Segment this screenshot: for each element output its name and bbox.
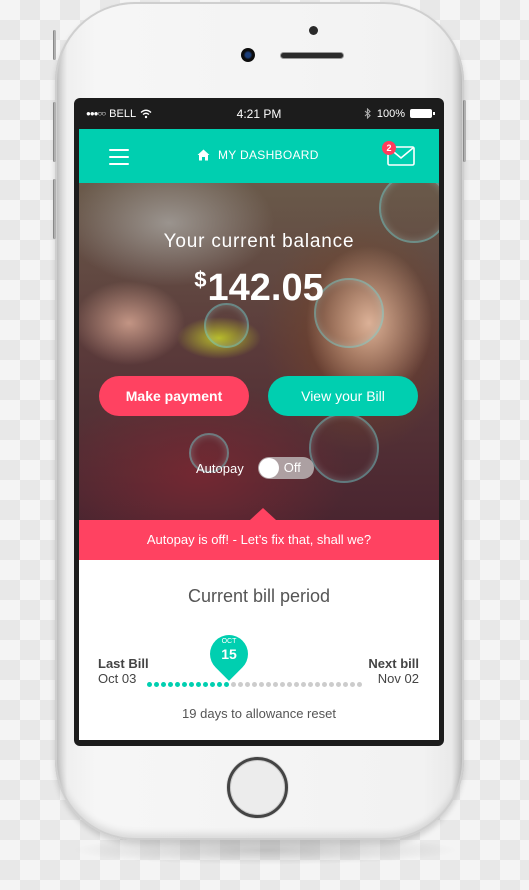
last-bill-label: Last Bill [98, 656, 149, 671]
menu-icon[interactable] [109, 149, 129, 165]
next-bill-date: Nov 02 [377, 671, 419, 686]
home-icon [197, 149, 210, 161]
mute-switch [53, 30, 56, 60]
battery-percent: 100% [376, 107, 405, 120]
elapsed-day-dot [196, 682, 201, 687]
nav-bar: MY DASHBOARD 2 [79, 129, 439, 183]
elapsed-day-dot [161, 682, 166, 687]
inbox-button[interactable]: 2 [382, 141, 415, 166]
front-camera-icon [241, 48, 255, 62]
remaining-day-dot [308, 682, 313, 687]
bill-period-title: Current bill period [187, 586, 331, 606]
marker-month: OCT [221, 638, 237, 645]
alert-pointer [250, 508, 276, 520]
marker-day: 15 [221, 646, 237, 662]
remaining-day-dot [301, 682, 306, 687]
elapsed-day-dot [217, 682, 222, 687]
last-bill: Last Bill Oct 03 [98, 656, 149, 686]
balance-amount: $142.05 [79, 267, 439, 310]
elapsed-day-dot [168, 682, 173, 687]
clock: 4:21 PM [236, 106, 282, 121]
alert-text: Autopay is off! - Let’s fix that, shall … [146, 532, 372, 547]
nav-title-text: MY DASHBOARD [218, 148, 319, 162]
proximity-sensor [309, 26, 318, 35]
elapsed-day-dot [175, 682, 180, 687]
home-button[interactable] [227, 757, 288, 818]
remaining-day-dot [350, 682, 355, 687]
autopay-label: Autopay [196, 460, 244, 476]
remaining-day-dot [329, 682, 334, 687]
autopay-toggle[interactable]: Off [257, 457, 314, 479]
power-button [463, 100, 466, 162]
remaining-day-dot [252, 682, 257, 687]
bill-period-card: Current bill period Last Bill Oct 03 Nex… [79, 560, 439, 740]
remaining-day-dot [343, 682, 348, 687]
view-bill-button[interactable]: View your Bill [268, 376, 418, 416]
elapsed-day-dot [203, 682, 208, 687]
elapsed-day-dot [224, 682, 229, 687]
remaining-day-dot [231, 682, 236, 687]
elapsed-day-dot [182, 682, 187, 687]
volume-down-button [53, 179, 56, 239]
remaining-day-dot [287, 682, 292, 687]
current-date-label: OCT 15 [210, 638, 248, 662]
toggle-state: Off [283, 460, 301, 475]
signal-icon: ●●●○○ [86, 109, 106, 118]
bluetooth-icon [364, 108, 371, 119]
hero-banner: Your current balance $142.05 Make paymen… [79, 183, 439, 520]
remaining-day-dot [266, 682, 271, 687]
balance-value: 142.05 [207, 267, 324, 309]
remaining-day-dot [259, 682, 264, 687]
unread-badge: 2 [382, 141, 396, 155]
elapsed-day-dot [154, 682, 159, 687]
remaining-day-dot [322, 682, 327, 687]
remaining-day-dot [315, 682, 320, 687]
phone-screen: ●●●○○ BELL 4:21 PM 100% MY DASHBOARD 2 Y… [74, 98, 444, 746]
elapsed-day-dot [147, 682, 152, 687]
make-payment-button[interactable]: Make payment [99, 376, 249, 416]
elapsed-day-dot [210, 682, 215, 687]
battery-icon [410, 109, 435, 118]
remaining-day-dot [245, 682, 250, 687]
earpiece-speaker [281, 53, 343, 58]
autopay-row: Autopay Off [196, 457, 314, 479]
toggle-knob [258, 458, 279, 478]
bill-progress-dots [147, 682, 362, 687]
next-bill-label: Next bill [368, 656, 419, 671]
remaining-day-dot [294, 682, 299, 687]
last-bill-date: Oct 03 [98, 671, 137, 686]
remaining-day-dot [238, 682, 243, 687]
wifi-icon [140, 109, 152, 118]
autopay-alert-banner[interactable]: Autopay is off! - Let’s fix that, shall … [79, 508, 439, 560]
remaining-day-dot [336, 682, 341, 687]
next-bill: Next bill Nov 02 [368, 656, 419, 686]
remaining-day-dot [357, 682, 362, 687]
volume-up-button [53, 102, 56, 162]
elapsed-day-dot [189, 682, 194, 687]
remaining-day-dot [273, 682, 278, 687]
carrier-name: BELL [109, 107, 137, 120]
bubble-decoration [309, 413, 379, 483]
currency-symbol: $ [194, 267, 207, 292]
allowance-reset-text: 19 days to allowance reset [182, 706, 336, 721]
balance-label: Your current balance [163, 231, 355, 252]
status-bar: ●●●○○ BELL 4:21 PM 100% [74, 98, 444, 129]
nav-title: MY DASHBOARD [197, 148, 319, 162]
remaining-day-dot [280, 682, 285, 687]
